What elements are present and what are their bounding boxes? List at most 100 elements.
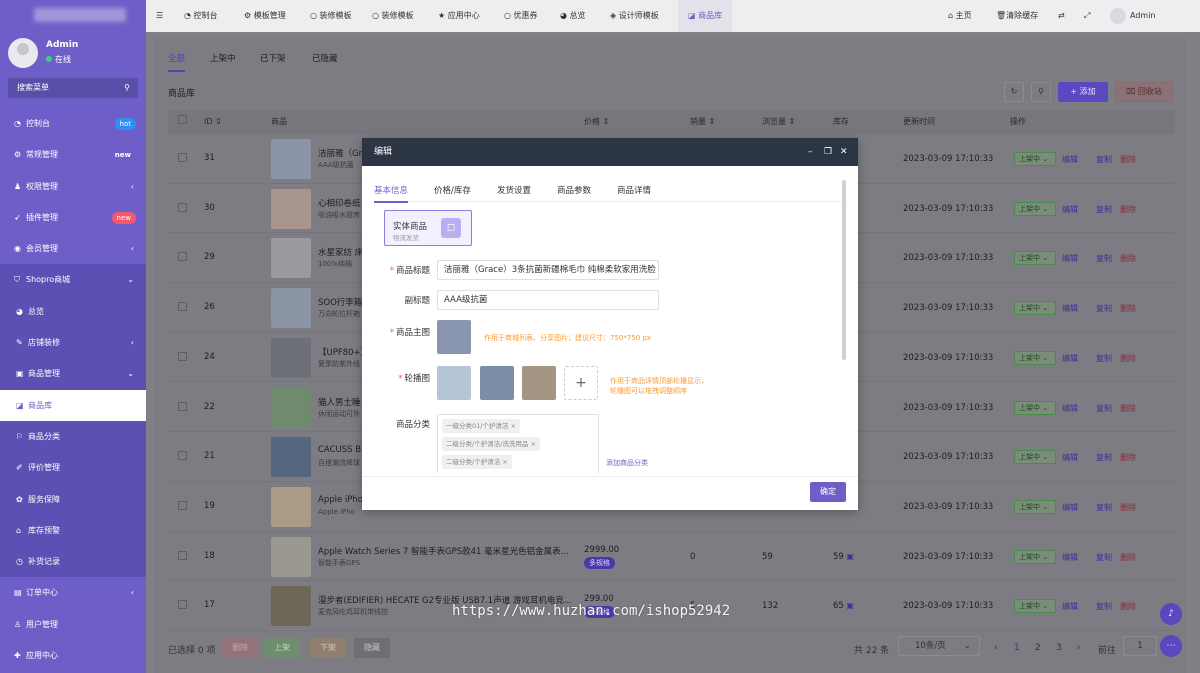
page-size-select[interactable]: 10条/页 ⌄ xyxy=(898,636,980,656)
tab-overview[interactable]: ◕ 总览 xyxy=(560,0,586,32)
delete-button[interactable]: 删除 xyxy=(1120,601,1136,612)
category-select[interactable]: 一级分类01/个护清洁 × 二级分类/个护清洁/洗洗用品 × 二级分类/个护清洁… xyxy=(437,414,599,473)
copy-button[interactable]: 复制 xyxy=(1096,253,1112,264)
goods-type-card[interactable]: 实体商品 物流发货 ◻ xyxy=(384,210,472,246)
edit-button[interactable]: 编辑 xyxy=(1062,552,1078,563)
sidebar-item-restock[interactable]: ◷ 补货记录 xyxy=(0,546,146,578)
title-input[interactable]: 洁丽雅（Grace）3条抗菌新疆棉毛巾 纯棉柔软家用洗脸 xyxy=(437,260,659,280)
edit-button[interactable]: 编辑 xyxy=(1062,403,1078,414)
row-checkbox[interactable] xyxy=(178,252,187,264)
delete-button[interactable]: 删除 xyxy=(1120,253,1136,264)
tab-all[interactable]: 全部 xyxy=(168,52,186,72)
status-select[interactable]: 上架中 ⌄ xyxy=(1014,201,1056,216)
edit-button[interactable]: 编辑 xyxy=(1062,452,1078,463)
sidebar-item-orders[interactable]: ▤ 订单中心 ‹ xyxy=(0,577,146,608)
tab-basic-info[interactable]: 基本信息 xyxy=(374,184,409,203)
clear-cache-button[interactable]: 🗑︎清除缓存 xyxy=(996,0,1038,32)
tab-dashboard[interactable]: ◔ 控制台 xyxy=(184,0,218,32)
status-select[interactable]: 上架中 ⌄ xyxy=(1014,152,1056,166)
tab-on-sale[interactable]: 上架中 xyxy=(210,52,236,64)
tab-goods-library[interactable]: ◪ 商品库 xyxy=(678,0,733,32)
batch-delete-button[interactable]: 删除 xyxy=(222,638,258,658)
next-page-icon[interactable]: › xyxy=(1077,643,1081,653)
tab-coupons[interactable]: ○ 优惠券 xyxy=(504,0,538,32)
tab-template-manage[interactable]: ⚙ 模板管理 xyxy=(244,0,286,32)
sidebar-item-reviews[interactable]: ✐ 评价管理 xyxy=(0,452,146,484)
search-button[interactable]: ⚲ xyxy=(1031,82,1051,102)
tab-designer-template[interactable]: ◈ 设计师模板 xyxy=(610,0,659,32)
edit-button[interactable]: 编辑 xyxy=(1062,303,1078,314)
edit-button[interactable]: 编辑 xyxy=(1062,601,1078,612)
col-price[interactable]: 价格 ⇕ xyxy=(584,110,609,134)
row-checkbox[interactable] xyxy=(178,302,187,314)
dialog-scrollbar[interactable] xyxy=(842,180,846,360)
delete-button[interactable]: 删除 xyxy=(1120,353,1136,364)
goods-name[interactable]: Apple Watch Series 7 智能手表GPS款41 毫米星光色铝金属… xyxy=(318,545,580,557)
subtitle-input[interactable]: AAA级抗菌 xyxy=(437,290,659,310)
batch-hide-button[interactable]: 隐藏 xyxy=(354,638,390,658)
col-id[interactable]: ID ⇕ xyxy=(204,110,222,134)
carousel-image[interactable] xyxy=(522,366,556,400)
tab-detail[interactable]: 商品详情 xyxy=(617,184,651,196)
carousel-image[interactable] xyxy=(437,366,471,400)
close-icon[interactable]: ✕ xyxy=(840,138,848,166)
row-checkbox[interactable] xyxy=(178,351,187,364)
add-image-button[interactable]: + xyxy=(564,366,598,400)
copy-button[interactable]: 复制 xyxy=(1096,403,1112,414)
admin-menu[interactable]: Admin xyxy=(1110,0,1156,32)
translate-icon[interactable]: ⇄ xyxy=(1058,0,1065,32)
tab-decoration-template[interactable]: ○ 装修模板 xyxy=(310,0,352,32)
sidebar-item-dashboard[interactable]: ◔ 控制台 hot xyxy=(0,108,146,139)
sidebar-item-goods-manage[interactable]: ▣ 商品管理 ⌄ xyxy=(0,358,146,390)
tab-params[interactable]: 商品参数 xyxy=(557,184,591,196)
edit-button[interactable]: 编辑 xyxy=(1062,204,1078,215)
fullscreen-icon[interactable]: ⤢ xyxy=(1084,0,1090,32)
status-select[interactable]: 上架中 ⌄ xyxy=(1014,350,1056,365)
col-sales[interactable]: 销量 ⇕ xyxy=(690,110,715,134)
row-checkbox[interactable] xyxy=(178,401,187,414)
tab-shipping[interactable]: 发货设置 xyxy=(497,184,531,196)
row-checkbox[interactable] xyxy=(178,202,187,215)
sidebar-item-overview[interactable]: ◕ 总览 xyxy=(0,295,146,328)
sidebar-item-users[interactable]: ♙ 用户管理 xyxy=(0,609,146,640)
tab-off-sale[interactable]: 已下架 xyxy=(260,52,286,64)
select-all-checkbox[interactable] xyxy=(178,110,187,134)
tab-price-stock[interactable]: 价格/库存 xyxy=(434,184,471,196)
sidebar-item-service[interactable]: ✿ 服务保障 xyxy=(0,483,146,515)
menu-toggle-icon[interactable]: ☰ xyxy=(156,0,163,32)
tab-hidden[interactable]: 已隐藏 xyxy=(312,52,338,64)
copy-button[interactable]: 复制 xyxy=(1096,502,1112,513)
status-select[interactable]: 上架中 ⌄ xyxy=(1014,549,1056,564)
delete-button[interactable]: 删除 xyxy=(1120,552,1136,563)
home-link[interactable]: ⌂ 主页 xyxy=(948,0,972,32)
status-select[interactable]: 上架中 ⌄ xyxy=(1014,450,1056,465)
edit-button[interactable]: 编辑 xyxy=(1062,154,1078,165)
row-checkbox[interactable] xyxy=(178,451,187,463)
edit-button[interactable]: 编辑 xyxy=(1062,353,1078,364)
status-select[interactable]: 上架中 ⌄ xyxy=(1014,301,1056,316)
batch-up-button[interactable]: 上架 xyxy=(264,638,300,658)
sidebar-item-apps[interactable]: ✚ 应用中心 xyxy=(0,640,146,671)
edit-button[interactable]: 编辑 xyxy=(1062,253,1078,264)
add-button[interactable]: + 添加 xyxy=(1058,82,1108,102)
tab-app-center[interactable]: ★ 应用中心 xyxy=(438,0,480,32)
delete-button[interactable]: 删除 xyxy=(1120,204,1136,215)
refresh-button[interactable]: ↻ xyxy=(1004,82,1024,102)
edit-button[interactable]: 编辑 xyxy=(1062,502,1078,513)
status-select[interactable]: 上架中 ⌄ xyxy=(1014,251,1056,266)
delete-button[interactable]: 删除 xyxy=(1120,403,1136,414)
recycle-bin-button[interactable]: ⌧ 回收站 xyxy=(1115,82,1173,102)
page-2[interactable]: 2 xyxy=(1035,643,1041,653)
bell-icon[interactable]: ♪ xyxy=(1160,603,1182,625)
sidebar-item-members[interactable]: ◉ 会员管理 ‹ xyxy=(0,233,146,264)
sidebar-item-decoration[interactable]: ✎ 店铺装修 ‹ xyxy=(0,327,146,359)
page-1[interactable]: 1 xyxy=(1014,643,1020,653)
confirm-button[interactable]: 确定 xyxy=(810,482,846,502)
sidebar-item-permission[interactable]: ♟ 权限管理 ‹ xyxy=(0,171,146,202)
sidebar-item-shopro[interactable]: ⛉ Shopro商城 ⌄ xyxy=(0,264,146,296)
prev-page-icon[interactable]: ‹ xyxy=(994,643,998,653)
status-select[interactable]: 上架中 ⌄ xyxy=(1014,599,1056,614)
col-views[interactable]: 浏览量 ⇕ xyxy=(762,110,795,134)
status-select[interactable]: 上架中 ⌄ xyxy=(1014,499,1056,514)
delete-button[interactable]: 删除 xyxy=(1120,452,1136,463)
